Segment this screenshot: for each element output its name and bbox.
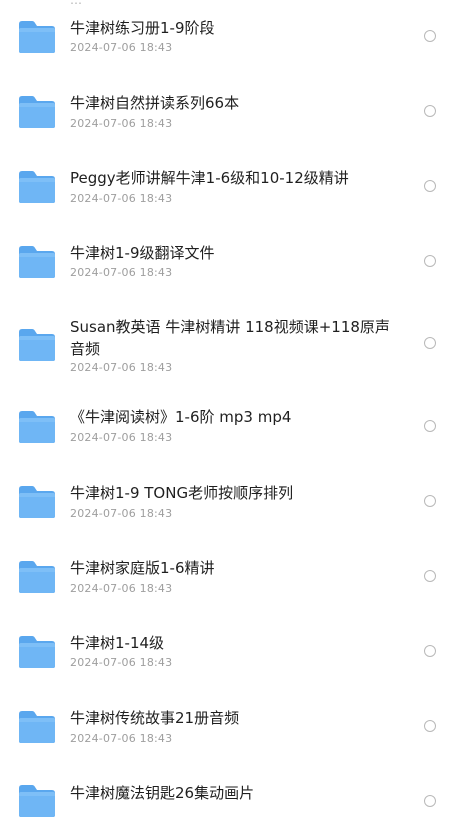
- file-name: 牛津树自然拼读系列66本: [70, 94, 240, 112]
- file-date: 2024-07-06 18:43: [70, 507, 173, 520]
- file-row[interactable]: 牛津树1-14级 2024-07-06 18:43: [0, 0, 461, 800]
- file-row[interactable]: 牛津树练习册1-9阶段 2024-07-06 18:43: [0, 0, 461, 800]
- select-radio-icon[interactable]: [424, 720, 436, 732]
- folder-icon: [19, 246, 55, 278]
- file-name: Susan教英语 牛津树精讲 118视频课+118原声音频: [70, 318, 390, 358]
- file-name: 牛津树家庭版1-6精讲: [70, 559, 215, 577]
- file-row[interactable]: 牛津树自然拼读系列66本 2024-07-06 18:43: [0, 0, 461, 800]
- file-row[interactable]: 牛津树传统故事21册音频 2024-07-06 18:43: [0, 0, 461, 800]
- select-radio-icon[interactable]: [424, 180, 436, 192]
- file-date: 2024-07-06 18:43: [70, 192, 173, 205]
- file-name: 《牛津阅读树》1-6阶 mp3 mp4: [70, 408, 292, 426]
- file-row[interactable]: 牛津树1-9 TONG老师按顺序排列 2024-07-06 18:43: [0, 0, 461, 800]
- file-name: Peggy老师讲解牛津1-6级和10-12级精讲: [70, 169, 349, 187]
- file-row[interactable]: Susan教英语 牛津树精讲 118视频课+118原声音频 2024-07-06…: [0, 0, 461, 800]
- file-date: 2024-07-06 18:43: [70, 266, 173, 279]
- file-row[interactable]: Peggy老师讲解牛津1-6级和10-12级精讲 2024-07-06 18:4…: [0, 0, 461, 800]
- select-radio-icon[interactable]: [424, 495, 436, 507]
- folder-icon: [19, 411, 55, 443]
- select-radio-icon[interactable]: [424, 420, 436, 432]
- file-row[interactable]: 《牛津阅读树》1-6阶 mp3 mp4 2024-07-06 18:43: [0, 0, 461, 800]
- file-name: 牛津树1-9级翻译文件: [70, 244, 215, 262]
- file-name: 牛津树1-14级: [70, 634, 165, 652]
- select-radio-icon[interactable]: [424, 30, 436, 42]
- file-row[interactable]: 牛津树1-9级翻译文件 2024-07-06 18:43: [0, 0, 461, 800]
- folder-icon: [19, 711, 55, 743]
- header-partial-text: …: [70, 0, 82, 7]
- folder-icon: [19, 329, 55, 361]
- folder-icon: [19, 486, 55, 518]
- file-row[interactable]: 牛津树家庭版1-6精讲 2024-07-06 18:43: [0, 0, 461, 800]
- select-radio-icon[interactable]: [424, 570, 436, 582]
- file-name: 牛津树1-9 TONG老师按顺序排列: [70, 484, 294, 502]
- file-date: 2024-07-06 18:43: [70, 431, 173, 444]
- file-date: 2024-07-06 18:43: [70, 582, 173, 595]
- file-date: 2024-07-06 18:43: [70, 732, 173, 745]
- folder-icon: [19, 636, 55, 668]
- file-name: 牛津树练习册1-9阶段: [70, 19, 215, 37]
- folder-icon: [19, 785, 55, 817]
- grid-view-icon[interactable]: [431, 0, 445, 4]
- folder-icon: [19, 96, 55, 128]
- file-row[interactable]: 牛津树魔法钥匙26集动画片: [0, 0, 461, 817]
- file-name: 牛津树魔法钥匙26集动画片: [70, 784, 255, 802]
- file-date: 2024-07-06 18:43: [70, 41, 173, 54]
- file-date: 2024-07-06 18:43: [70, 117, 173, 130]
- folder-icon: [19, 171, 55, 203]
- select-radio-icon[interactable]: [424, 255, 436, 267]
- file-name: 牛津树传统故事21册音频: [70, 709, 240, 727]
- folder-icon: [19, 21, 55, 53]
- top-bar: …: [0, 0, 461, 8]
- folder-icon: [19, 561, 55, 593]
- file-date: 2024-07-06 18:43: [70, 361, 173, 374]
- select-radio-icon[interactable]: [424, 645, 436, 657]
- select-radio-icon[interactable]: [424, 105, 436, 117]
- select-radio-icon[interactable]: [424, 337, 436, 349]
- select-radio-icon[interactable]: [424, 795, 436, 807]
- file-date: 2024-07-06 18:43: [70, 656, 173, 669]
